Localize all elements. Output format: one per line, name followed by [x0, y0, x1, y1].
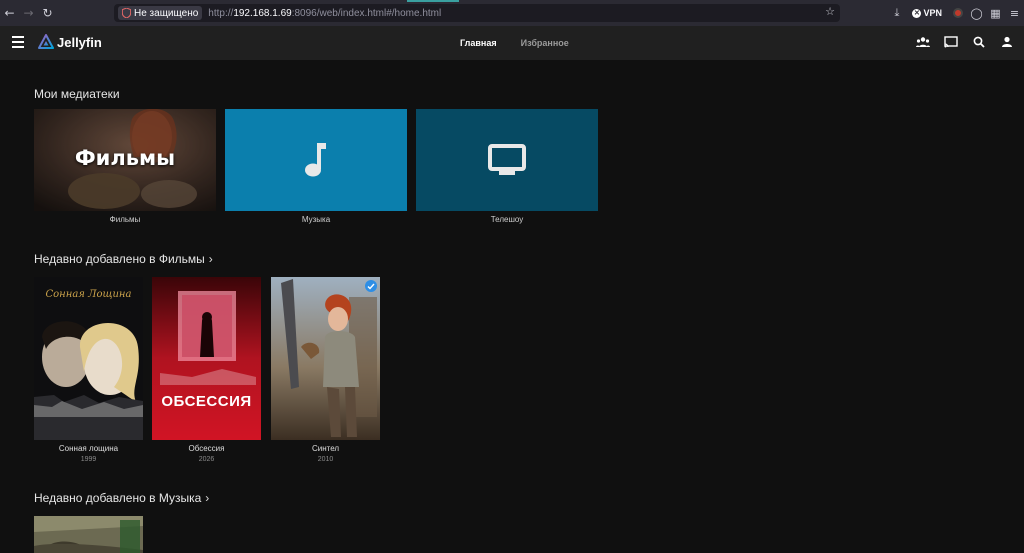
watched-check-icon [365, 280, 377, 292]
extensions-puzzle-icon[interactable]: ▦ [986, 0, 1005, 26]
jellyfin-logo-icon [38, 34, 54, 49]
library-card-movies[interactable]: Фильмы [34, 109, 216, 211]
hamburger-menu-icon[interactable] [12, 36, 24, 48]
library-label-music: Музыка [301, 215, 331, 224]
tv-icon [488, 144, 526, 175]
movies-library-overlay-text: Фильмы [74, 146, 176, 170]
url-bar[interactable]: Не защищено http://192.168.1.69:8096/web… [114, 4, 840, 22]
libraries-section-title: Мои медиатеки [34, 87, 120, 101]
movie-year-sintel: 2010 [317, 456, 334, 463]
syncplay-group-icon[interactable] [916, 35, 930, 49]
back-icon[interactable]: ← [0, 0, 19, 26]
music-note-icon [305, 143, 326, 177]
logo-text: Jellyfin [57, 34, 102, 50]
browser-toolbar: ← → ↻ Не защищено http://192.168.1.69:80… [0, 0, 1024, 26]
bookmark-star-icon[interactable]: ☆ [825, 5, 835, 18]
library-label-movies: Фильмы [109, 215, 141, 224]
url-text[interactable]: http://192.168.1.69:8096/web/index.html#… [208, 8, 441, 19]
vpn-button[interactable]: ✕ VPN [906, 0, 948, 26]
extension-icon[interactable] [948, 0, 967, 26]
security-indicator[interactable]: Не защищено [118, 6, 203, 20]
app-header: Jellyfin Главная Избранное [0, 26, 1024, 60]
user-icon[interactable] [1000, 35, 1014, 49]
sintel-poster [271, 277, 380, 440]
library-card-tvshows[interactable] [416, 109, 598, 211]
tab-favorites[interactable]: Избранное [521, 38, 569, 48]
reload-icon[interactable]: ↻ [38, 0, 57, 26]
movie-card-sintel[interactable] [271, 277, 380, 440]
search-icon[interactable] [972, 35, 986, 49]
movie-year-sleepy-hollow: 1999 [80, 456, 97, 463]
security-label: Не защищено [134, 7, 199, 19]
recent-music-section-title[interactable]: Недавно добавлено в Музыка › [34, 491, 209, 505]
shield-warning-icon [122, 8, 131, 18]
recent-movies-section-title[interactable]: Недавно добавлено в Фильмы › [34, 252, 213, 266]
sleepy-hollow-poster [34, 277, 143, 440]
movie-title-sleepy-hollow[interactable]: Сонная лощина [34, 444, 143, 453]
music-album-card[interactable] [34, 516, 143, 553]
download-icon[interactable]: ⤓ [887, 0, 906, 26]
cast-icon[interactable] [944, 35, 958, 49]
movie-title-sintel[interactable]: Синтел [271, 444, 380, 453]
movie-year-obsession: 2026 [198, 456, 215, 463]
obsession-poster [152, 277, 261, 440]
jellyfin-logo[interactable]: Jellyfin [38, 34, 102, 50]
movie-card-obsession[interactable]: ОБСЕССИЯ [152, 277, 261, 440]
forward-icon[interactable]: → [19, 0, 38, 26]
library-card-music[interactable] [225, 109, 407, 211]
active-tab-indicator [407, 0, 459, 2]
account-icon[interactable]: ◯ [967, 0, 986, 26]
vpn-icon: ✕ [912, 8, 922, 18]
album-cover [34, 516, 143, 553]
movie-title-obsession[interactable]: Обсессия [152, 444, 261, 453]
menu-icon[interactable]: ≡ [1005, 0, 1024, 26]
chevron-right-icon: › [205, 491, 210, 505]
sleepy-hollow-poster-title: Сонная Лощина [45, 289, 132, 300]
obsession-poster-title: ОБСЕССИЯ [161, 393, 252, 410]
tab-home[interactable]: Главная [460, 38, 497, 48]
movie-card-sleepy-hollow[interactable]: Сонная Лощина [34, 277, 143, 440]
library-label-tvshows: Телешоу [490, 215, 524, 224]
chevron-right-icon: › [208, 252, 213, 266]
